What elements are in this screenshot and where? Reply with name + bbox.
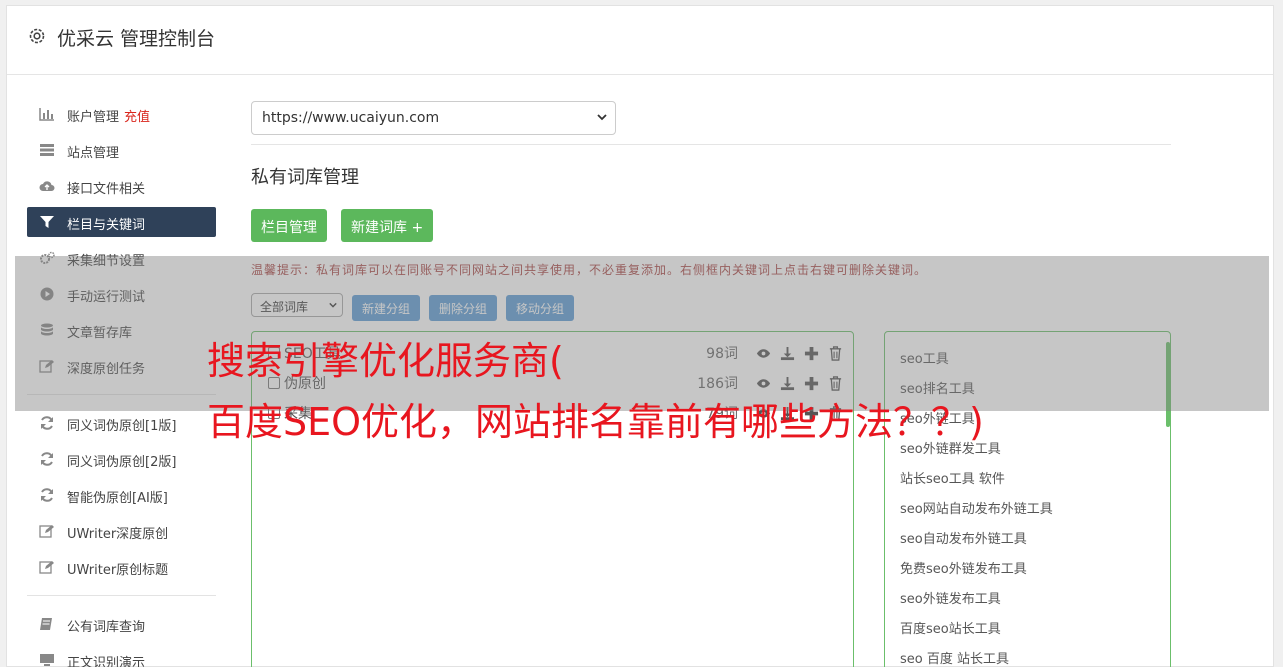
- sidebar-item-label: 栏目与关键词: [67, 218, 146, 233]
- sidebar-item-synonym-v1[interactable]: 同义词伪原创[1版]: [27, 408, 216, 438]
- sidebar-item-label: 接口文件相关: [67, 182, 146, 197]
- sidebar-item-columns-keywords[interactable]: 栏目与关键词: [27, 207, 216, 237]
- refresh-icon: [41, 416, 53, 430]
- sidebar-item-ai-original[interactable]: 智能伪原创[AI版]: [27, 480, 216, 510]
- keyword-item[interactable]: seo自动发布外链工具: [900, 528, 1027, 547]
- sidebar-item-uwriter-title[interactable]: UWriter原创标题: [27, 552, 216, 582]
- monitor-icon: [40, 654, 54, 666]
- sidebar-item-label: UWriter深度原创: [67, 527, 169, 542]
- sidebar-item-public-library[interactable]: 公有词库查询: [27, 609, 216, 639]
- new-library-button[interactable]: 新建词库 +: [341, 209, 434, 242]
- page-title: 优采云 管理控制台: [57, 28, 216, 50]
- sidebar-item-text-recognition[interactable]: 正文识别演示: [27, 645, 216, 667]
- column-manage-button[interactable]: 栏目管理: [251, 209, 327, 242]
- keyword-item[interactable]: 免费seo外链发布工具: [900, 558, 1027, 577]
- filter-icon: [40, 216, 54, 228]
- sidebar-item-account[interactable]: 账户管理 充值: [27, 99, 216, 129]
- keyword-item[interactable]: seo网站自动发布外链工具: [900, 498, 1053, 517]
- site-select[interactable]: https://www.ucaiyun.com: [251, 101, 616, 135]
- edit-icon: [39, 561, 54, 574]
- cloud-upload-icon: [39, 181, 55, 191]
- keyword-item[interactable]: seo外链发布工具: [900, 588, 1001, 607]
- refresh-icon: [41, 452, 53, 466]
- sidebar-item-label: 站点管理: [67, 146, 120, 161]
- sidebar-divider: [27, 595, 216, 596]
- recharge-link[interactable]: 充值: [124, 110, 150, 125]
- refresh-icon: [41, 488, 53, 502]
- sidebar-item-label: 正文识别演示: [67, 656, 146, 667]
- sidebar-item-label: 账户管理: [67, 110, 120, 125]
- sidebar-item-label: UWriter原创标题: [67, 563, 169, 578]
- sidebar-item-sites[interactable]: 站点管理: [27, 135, 216, 165]
- site-select-value: https://www.ucaiyun.com: [262, 110, 440, 126]
- sidebar-item-label: 同义词伪原创[2版]: [67, 455, 177, 470]
- page-header: 优采云 管理控制台: [7, 6, 1273, 75]
- overlay-headline-line2: 百度SEO优化，网站排名靠前有哪些方法？？): [207, 400, 984, 444]
- keyword-item[interactable]: 百度seo站长工具: [900, 618, 1001, 637]
- section-title: 私有词库管理: [251, 167, 359, 188]
- chevron-down-icon: [597, 114, 607, 121]
- edit-icon: [39, 525, 54, 538]
- sidebar-item-uwriter-deep[interactable]: UWriter深度原创: [27, 516, 216, 546]
- gray-overlay-band: [15, 256, 1269, 411]
- sidebar-item-label: 智能伪原创[AI版]: [67, 491, 168, 506]
- gear-icon: [29, 28, 45, 44]
- keyword-item[interactable]: seo 百度 站长工具: [900, 648, 1009, 667]
- sidebar-item-interface[interactable]: 接口文件相关: [27, 171, 216, 201]
- book-icon: [40, 618, 52, 630]
- sidebar-item-synonym-v2[interactable]: 同义词伪原创[2版]: [27, 444, 216, 474]
- bar-chart-icon: [39, 108, 54, 121]
- keyword-item[interactable]: 站长seo工具 软件: [900, 468, 1005, 487]
- server-icon: [40, 144, 54, 156]
- sidebar-item-label: 公有词库查询: [67, 620, 146, 635]
- overlay-headline-line1: 搜索引擎优化服务商(: [207, 339, 564, 383]
- sidebar-item-label: 同义词伪原创[1版]: [67, 419, 177, 434]
- divider: [251, 144, 1171, 145]
